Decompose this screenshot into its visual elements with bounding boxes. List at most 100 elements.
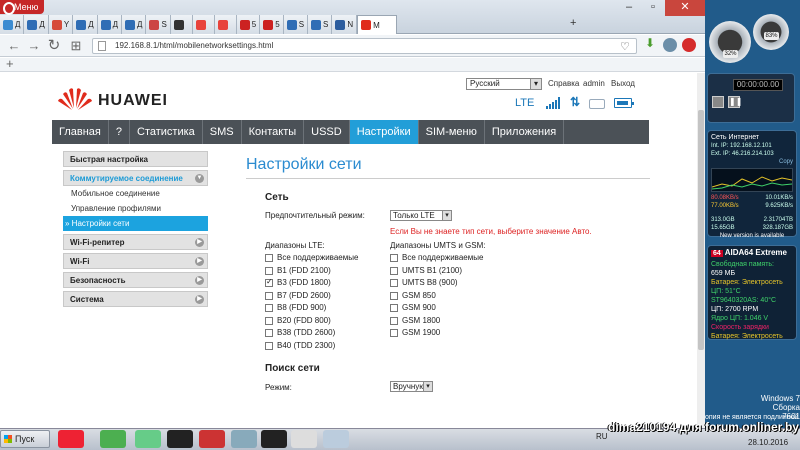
stop-button[interactable]: [712, 96, 724, 108]
browser-tab[interactable]: [192, 15, 215, 34]
band-checkbox[interactable]: [390, 291, 398, 300]
language-select[interactable]: Русский: [466, 78, 542, 90]
bookmarks-bar: +: [0, 56, 705, 72]
nav-item[interactable]: SMS: [203, 120, 242, 144]
nav-item[interactable]: Контакты: [242, 120, 305, 144]
browser-tab[interactable]: Д: [0, 15, 25, 34]
globe-ext-icon[interactable]: [663, 38, 677, 52]
band-checkbox[interactable]: [390, 279, 398, 287]
browser-tab[interactable]: S: [146, 15, 171, 34]
sidebar-item-profiles[interactable]: Управление профилями: [63, 201, 208, 216]
chevron-right-icon: ▶: [195, 238, 204, 247]
band-checkbox[interactable]: [390, 266, 398, 275]
sidebar-wifi[interactable]: Wi-Fi ▶: [63, 253, 208, 269]
close-button[interactable]: ✕: [665, 0, 705, 16]
sidebar-label: Система: [70, 295, 104, 304]
app-taskbar-icon[interactable]: [135, 430, 161, 448]
band-checkbox[interactable]: [265, 291, 273, 300]
sidebar-wifi-repeater[interactable]: Wi-Fi-репитер ▶: [63, 234, 208, 250]
sidebar-quick-setup[interactable]: Быстрая настройка: [63, 151, 208, 167]
download-ext-icon[interactable]: ⬇: [645, 37, 657, 49]
toolbox-taskbar-icon[interactable]: [199, 430, 225, 448]
notepad-taskbar-icon[interactable]: [291, 430, 317, 448]
opera-taskbar-icon[interactable]: [58, 430, 84, 448]
huawei-logo: [58, 88, 92, 110]
icon-huawei: [361, 20, 372, 30]
band-checkbox[interactable]: [265, 304, 273, 312]
browser-tab[interactable]: Д: [24, 15, 49, 34]
scrollbar-thumb[interactable]: [698, 110, 704, 350]
opera-menu-button[interactable]: Меню: [0, 0, 44, 15]
network-warning: Если Вы не знаете тип сети, выберите зна…: [390, 227, 592, 236]
aida64-gadget: 64 AIDA64 Extreme Свободная память: 659 М…: [707, 245, 797, 340]
cmd-taskbar-icon[interactable]: [261, 430, 287, 448]
browser-tab[interactable]: [170, 15, 193, 34]
language-indicator[interactable]: RU: [596, 432, 608, 441]
back-icon[interactable]: ←: [6, 38, 22, 54]
aida64-taskbar-icon[interactable]: [167, 430, 193, 448]
new-tab-button[interactable]: +: [570, 17, 576, 29]
sidebar-system[interactable]: Система ▶: [63, 291, 208, 307]
browser-tab[interactable]: 5: [260, 15, 284, 34]
reload-icon[interactable]: ↻: [46, 38, 62, 54]
band-checkbox[interactable]: [390, 254, 398, 262]
band-label: B40 (TDD 2300): [277, 340, 336, 350]
browser-tab[interactable]: N: [332, 15, 358, 34]
preferred-mode-select[interactable]: Только LTE ▾: [390, 210, 452, 221]
nav-item[interactable]: Главная: [52, 120, 109, 144]
browser-tab[interactable]: M: [357, 15, 398, 34]
bookmark-heart-icon[interactable]: ♡: [620, 40, 630, 53]
utorrent-taskbar-icon[interactable]: [100, 430, 126, 448]
maximize-button[interactable]: ▫: [641, 0, 665, 16]
band-checkbox[interactable]: [390, 316, 398, 325]
url-input[interactable]: 192.168.8.1/html/mobilenetworksettings.h…: [92, 38, 637, 54]
sidebar-label: Безопасность: [70, 276, 126, 285]
browser-tab[interactable]: [214, 15, 237, 34]
start-button[interactable]: Пуск: [0, 430, 50, 448]
opera-e-ext-icon[interactable]: [682, 38, 696, 52]
icon-yandex-s: [51, 19, 62, 30]
copy-ip-button[interactable]: Copy: [711, 158, 793, 166]
signal-icon: [546, 97, 560, 109]
band-checkbox[interactable]: [265, 329, 273, 337]
nav-item[interactable]: ?: [109, 120, 130, 144]
help-link[interactable]: Справка: [548, 79, 579, 88]
band-checkbox[interactable]: [265, 254, 273, 262]
pause-button[interactable]: ❚❚: [728, 96, 742, 108]
timer-display: 00:00:00.00: [733, 79, 783, 91]
browser-tab[interactable]: Y: [48, 15, 74, 34]
search-mode-select[interactable]: Вручную ▾: [390, 381, 433, 392]
band-checkbox[interactable]: [265, 266, 273, 275]
nav-item[interactable]: USSD: [304, 120, 350, 144]
band-checkbox[interactable]: [265, 316, 273, 325]
browser-tab[interactable]: Д: [73, 15, 98, 34]
forward-icon[interactable]: →: [26, 38, 42, 54]
nav-item[interactable]: SIM-меню: [419, 120, 485, 144]
band-checkbox[interactable]: [265, 277, 273, 287]
band-checkbox[interactable]: [265, 341, 273, 350]
windows-version: Windows 7: [760, 394, 800, 403]
nav-item[interactable]: Статистика: [130, 120, 203, 144]
aida64-line: Свободная память:: [711, 261, 774, 268]
band-checkbox[interactable]: [390, 304, 398, 312]
browser-tab[interactable]: S: [308, 15, 333, 34]
nav-item[interactable]: Настройки: [349, 120, 419, 144]
browser-tab[interactable]: 5: [236, 15, 261, 34]
browser-tab[interactable]: Д: [97, 15, 123, 34]
window-taskbar-icon[interactable]: [323, 430, 349, 448]
sidebar-item-network-settings[interactable]: » Настройки сети: [63, 216, 208, 231]
logout-link[interactable]: Выход: [611, 79, 635, 88]
speed-dial-icon[interactable]: ⊞: [68, 38, 84, 54]
nav-item[interactable]: Приложения: [485, 120, 565, 144]
tab-label: S: [323, 20, 329, 29]
sidebar-dialup[interactable]: Коммутируемое соединение ▼: [63, 170, 208, 186]
settings-taskbar-icon[interactable]: [231, 430, 257, 448]
browser-tab[interactable]: S: [283, 15, 309, 34]
sidebar-security[interactable]: Безопасность ▶: [63, 272, 208, 288]
band-checkbox[interactable]: [390, 329, 398, 337]
sidebar-item-mobile-connection[interactable]: Мобильное соединение: [63, 186, 208, 201]
browser-tab[interactable]: Д: [122, 15, 147, 34]
minimize-button[interactable]: –: [617, 0, 641, 16]
add-bookmark-icon[interactable]: +: [6, 56, 14, 71]
version-notice[interactable]: New version is available: [711, 232, 793, 240]
